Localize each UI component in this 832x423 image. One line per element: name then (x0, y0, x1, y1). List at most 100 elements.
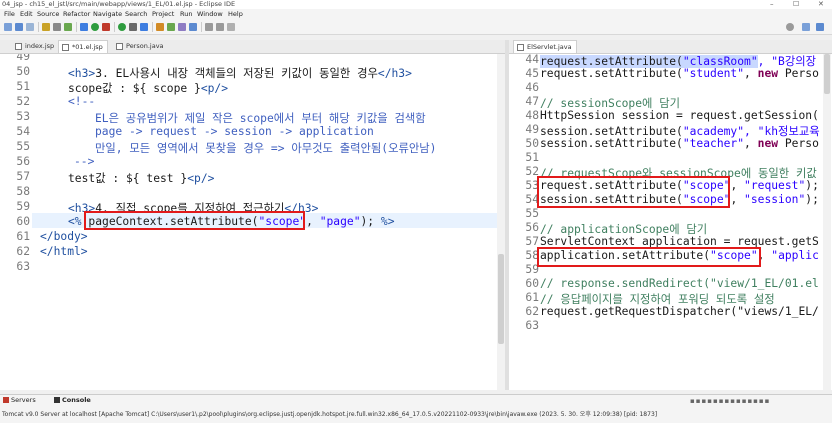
menu-bar: File Edit Source Refactor Navigate Searc… (0, 9, 832, 20)
forward-icon[interactable] (216, 23, 224, 31)
code-text: test값 : ${ test } (68, 172, 188, 185)
terminal-icon[interactable] (53, 23, 61, 31)
run-as-icon[interactable] (118, 23, 126, 31)
perspective-java-icon[interactable] (816, 23, 824, 31)
tab-01-el-jsp[interactable]: *01.el.jsp (58, 40, 108, 53)
code-text: , (730, 179, 745, 192)
menu-search[interactable]: Search (125, 10, 147, 18)
debug-icon[interactable] (80, 23, 88, 31)
left-scrollbar[interactable] (497, 54, 505, 390)
java-file-icon (116, 43, 123, 50)
tab-label: Person.java (126, 42, 164, 50)
code-text: , (744, 67, 758, 80)
jsp-file-icon (62, 44, 69, 51)
save-icon[interactable] (15, 23, 23, 31)
code-line-56: --> (74, 155, 95, 168)
line-number: 51 (16, 80, 30, 93)
new-class-icon[interactable] (156, 23, 164, 31)
keyword: new (757, 137, 779, 150)
main-toolbar (0, 20, 832, 35)
code-text: Perso (778, 67, 819, 80)
stop-icon[interactable] (102, 23, 110, 31)
line-number: 56 (16, 155, 30, 168)
menu-navigate[interactable]: Navigate (93, 10, 122, 18)
menu-file[interactable]: File (4, 10, 15, 18)
line-number: 63 (16, 260, 30, 273)
code-text: request.setAttribute( (540, 67, 683, 80)
server-icon[interactable] (64, 23, 72, 31)
minimize-button[interactable]: – (770, 0, 774, 8)
search-icon[interactable] (189, 23, 197, 31)
window-title: 04_jsp - ch15_el_jstl/src/main/webapp/vi… (2, 0, 236, 8)
open-type-icon[interactable] (178, 23, 186, 31)
menu-run[interactable]: Run (180, 10, 192, 18)
line-number: 63 (525, 319, 539, 332)
code-text: , (744, 137, 758, 150)
line-number: 52 (16, 95, 30, 108)
code-line-45: request.setAttribute("student", new Pers… (540, 67, 819, 80)
line-number: 61 (16, 230, 30, 243)
string-literal: "page" (319, 215, 361, 228)
right-scrollbar[interactable] (823, 54, 831, 390)
last-edit-icon[interactable] (227, 23, 235, 31)
string-literal: "teacher" (682, 137, 745, 150)
menu-project[interactable]: Project (152, 10, 174, 18)
tab-label: ElServlet.java (527, 43, 572, 51)
code-text: ); (360, 215, 381, 228)
quick-search-icon[interactable] (786, 23, 794, 31)
menu-refactor[interactable]: Refactor (63, 10, 90, 18)
java-file-icon (517, 44, 524, 51)
menu-edit[interactable]: Edit (20, 10, 33, 18)
left-scrollbar-thumb[interactable] (498, 254, 504, 344)
menu-window[interactable]: Window (197, 10, 223, 18)
tab-elservlet-java[interactable]: ElServlet.java (513, 40, 577, 53)
console-toolbar-icons[interactable]: ▪▪▪▪▪▪▪▪▪▪▪▪▪▪ (690, 397, 770, 405)
line-number: 49 (16, 54, 30, 63)
maximize-button[interactable]: ☐ (793, 0, 799, 8)
new-icon[interactable] (4, 23, 12, 31)
tab-label: index.jsp (25, 42, 55, 50)
html-tag: <h3> (68, 67, 96, 80)
line-number: 51 (525, 151, 539, 164)
menu-source[interactable]: Source (37, 10, 59, 18)
string-literal: "request" (744, 179, 806, 192)
line-number: 56 (525, 221, 539, 234)
perspective-java-ee-icon[interactable] (802, 23, 810, 31)
line-number: 62 (16, 245, 30, 258)
line-number: 62 (525, 305, 539, 318)
line-number: 44 (525, 54, 539, 66)
save-all-icon[interactable] (26, 23, 34, 31)
tab-index-jsp[interactable]: index.jsp (12, 40, 58, 53)
right-scrollbar-thumb[interactable] (824, 54, 830, 94)
external-tools-icon[interactable] (129, 23, 137, 31)
menu-help[interactable]: Help (228, 10, 243, 18)
line-number: 45 (525, 67, 539, 80)
console-output: Tomcat v9.0 Server at localhost [Apache … (2, 411, 658, 418)
tab-label: *01.el.jsp (72, 43, 103, 51)
back-icon[interactable] (205, 23, 213, 31)
line-number: 58 (525, 249, 539, 262)
line-number: 54 (16, 125, 30, 138)
right-code-editor[interactable]: 44 45 46 47 48 49 50 51 52 53 54 55 56 57 58 59 60 61 62 63… (509, 54, 832, 390)
highlight-box-application (537, 247, 761, 267)
new-package-icon[interactable] (167, 23, 175, 31)
line-number: 53 (16, 110, 30, 123)
left-code-editor[interactable]: 49 50 51 52 53 54 55 56 57 58 59 60 61 62 63 <h3>3. EL… (0, 54, 505, 390)
right-editor-tabs: ElServlet.java (509, 40, 832, 54)
highlight-box-page-context (84, 211, 305, 230)
line-number: 58 (16, 185, 30, 198)
code-line-48: HttpSession session = request.getSession… (540, 109, 819, 122)
left-editor-tabs: index.jsp *01.el.jsp Person.java (0, 40, 505, 54)
line-number: 54 (525, 193, 539, 206)
tab-console[interactable]: Console (62, 396, 91, 404)
code-text: 3. EL사용시 내장 객체들의 저장된 키값이 동일한 경우 (95, 67, 378, 80)
line-number: 57 (16, 170, 30, 183)
coverage-icon[interactable] (140, 23, 148, 31)
tab-servers[interactable]: Servers (11, 396, 36, 404)
run-icon[interactable] (91, 23, 99, 31)
code-line-50: session.setAttribute("teacher", new Pers… (540, 137, 819, 150)
tab-person-java[interactable]: Person.java (113, 40, 168, 53)
close-button[interactable]: ✕ (818, 0, 824, 8)
code-line-62: </html> (40, 245, 88, 258)
build-icon[interactable] (42, 23, 50, 31)
